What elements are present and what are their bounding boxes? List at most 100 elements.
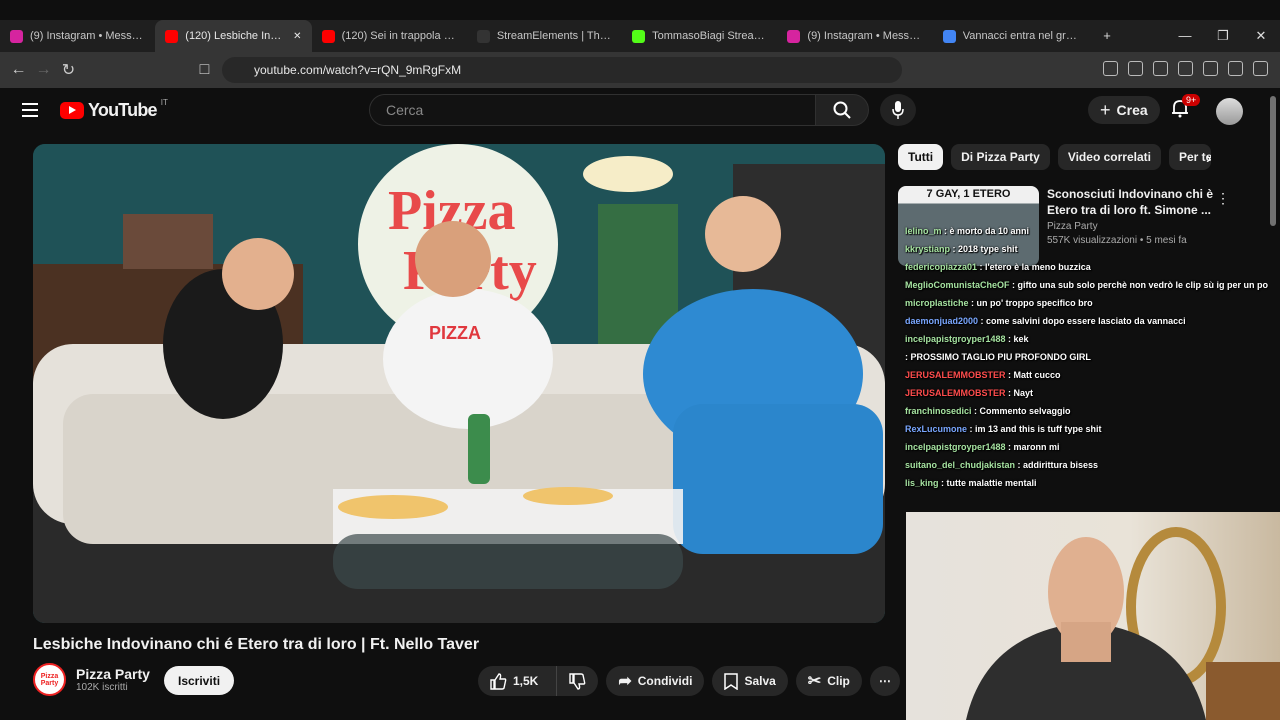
chat-message: MeglioComunistaCheOF : gifto una sub sol… xyxy=(905,276,1280,294)
search-input[interactable]: Cerca xyxy=(369,94,816,126)
reload-icon[interactable]: ↻ xyxy=(56,60,81,80)
channel-text: Pizza Party 102K iscritti xyxy=(76,666,150,693)
search-icon xyxy=(833,101,851,119)
kebab-menu-icon[interactable]: ⋮ xyxy=(1216,190,1230,207)
chat-separator: : xyxy=(968,298,977,308)
chat-separator: : xyxy=(938,478,947,488)
close-tab-icon[interactable]: ✕ xyxy=(293,31,301,42)
chat-message: : PROSSIMO TAGLIO PIU PROFONDO GIRL xyxy=(905,348,1280,366)
voice-search-button[interactable] xyxy=(880,94,916,126)
sidebar-icon[interactable] xyxy=(1178,61,1193,76)
dislike-button[interactable] xyxy=(556,666,598,696)
chat-message: franchinosedici : Commento selvaggio xyxy=(905,402,1280,420)
chat-username: microplastiche xyxy=(905,298,969,308)
hamburger-menu-icon[interactable] xyxy=(22,103,38,121)
close-window-button[interactable]: ✕ xyxy=(1242,28,1280,44)
chat-separator: : xyxy=(1005,334,1014,344)
chat-text: tutte malattie mentali xyxy=(946,478,1037,488)
chat-message: lis_king : tutte malattie mentali xyxy=(905,474,1280,492)
notifications-button[interactable]: 9+ xyxy=(1170,94,1201,120)
forward-icon[interactable]: → xyxy=(31,61,56,79)
stream-chat-overlay: lelino_m : è morto da 10 anni kkrystianp … xyxy=(905,222,1280,492)
chat-username: JERUSALEMMOBSTER xyxy=(905,370,1006,380)
restore-button[interactable]: ❐ xyxy=(1204,28,1242,44)
browser-tab[interactable]: StreamElements | The Ultir xyxy=(467,20,622,52)
chat-message: JERUSALEMMOBSTER : Matt cucco xyxy=(905,366,1280,384)
page-scrollbar[interactable] xyxy=(1270,96,1276,226)
chat-separator: : xyxy=(950,244,959,254)
chat-username: daemonjuad2000 xyxy=(905,316,979,326)
chat-text: Nayt xyxy=(1013,388,1034,398)
youtube-play-icon xyxy=(60,102,84,119)
more-actions-button[interactable]: ⋯ xyxy=(869,666,900,696)
search-button[interactable] xyxy=(815,94,869,126)
chevron-right-icon[interactable]: › xyxy=(1206,150,1211,168)
chat-text: im 13 and this is tuff type shit xyxy=(975,424,1102,434)
extensions-icon[interactable] xyxy=(1103,61,1118,76)
channel-name[interactable]: Pizza Party xyxy=(76,666,150,682)
chat-message: incelpapistgroyper1488 : maronn mi xyxy=(905,438,1280,456)
browser-tab[interactable]: (9) Instagram • Messaggi xyxy=(777,20,932,52)
new-tab-button[interactable]: + xyxy=(1088,28,1126,44)
google-icon xyxy=(942,29,956,43)
chat-username: RexLucumone xyxy=(905,424,968,434)
chat-text: un po' troppo specifico bro xyxy=(976,298,1093,308)
streamelements-icon xyxy=(476,29,490,43)
tab-title: (120) Lesbiche Indovin xyxy=(185,30,287,42)
download-icon[interactable] xyxy=(1128,61,1143,76)
chat-username: JERUSALEMMOBSTER xyxy=(905,388,1006,398)
chip-3[interactable]: Per te xyxy=(1168,144,1211,170)
like-dislike-group: 1,5K xyxy=(478,666,599,696)
chat-separator: : xyxy=(1009,280,1018,290)
browser-tab[interactable]: Vannacci entra nel gruppo xyxy=(933,20,1088,52)
tab-title: (9) Instagram • Messaggi xyxy=(807,30,923,42)
chat-message: microplastiche : un po' troppo specifico… xyxy=(905,294,1280,312)
url-field[interactable]: youtube.com/watch?v=rQN_9mRgFxM xyxy=(222,57,902,83)
account-avatar[interactable] xyxy=(1216,98,1243,125)
youtube-header: YouTube IT Cerca + Crea 9+ xyxy=(0,88,1280,134)
chip-0[interactable]: Tutti xyxy=(898,144,944,170)
chat-username: lelino_m xyxy=(905,226,942,236)
back-icon[interactable]: ← xyxy=(6,61,31,79)
youtube-logo[interactable]: YouTube IT xyxy=(60,98,168,121)
browser-tab-bar: (9) Instagram • Messaggi (120) Lesbiche I… xyxy=(0,20,1280,52)
clip-button[interactable]: ✂ Clip xyxy=(795,666,862,696)
browser-tab[interactable]: (120) Sei in trappola a 18 xyxy=(312,20,467,52)
chip-1[interactable]: Di Pizza Party xyxy=(951,144,1050,170)
like-button[interactable]: 1,5K xyxy=(478,666,550,696)
menu-icon[interactable] xyxy=(1253,61,1268,76)
browser-tab[interactable]: (9) Instagram • Messaggi xyxy=(0,20,155,52)
chat-message: incelpapistgroyper1488 : kek xyxy=(905,330,1280,348)
region-code: IT xyxy=(160,98,168,107)
window-controls: + — ❐ ✕ xyxy=(1088,28,1280,44)
save-button[interactable]: Salva xyxy=(712,666,788,696)
subscribe-button[interactable]: Iscriviti xyxy=(164,666,235,695)
url-text: youtube.com/watch?v=rQN_9mRgFxM xyxy=(254,63,462,77)
chat-username: federicopiazza01 xyxy=(905,262,978,272)
plus-icon: + xyxy=(1100,99,1111,120)
media-icon[interactable] xyxy=(1153,61,1168,76)
chat-message: JERUSALEMMOBSTER : Nayt xyxy=(905,384,1280,402)
chat-text: 2018 type shit xyxy=(958,244,1018,254)
vpn-icon[interactable] xyxy=(1228,61,1243,76)
wallet-icon[interactable] xyxy=(1203,61,1218,76)
channel-info: Pizza Party Pizza Party 102K iscritti xyxy=(33,663,150,696)
share-button[interactable]: ➦ Condividi xyxy=(606,666,705,696)
chat-separator: : xyxy=(941,226,950,236)
bookmark-icon[interactable]: □ xyxy=(192,61,217,79)
chat-username: franchinosedici xyxy=(905,406,972,416)
browser-tab[interactable]: (120) Lesbiche Indovin ✕ xyxy=(155,20,312,52)
bookmark-save-icon xyxy=(724,672,739,690)
minimize-button[interactable]: — xyxy=(1166,28,1204,44)
chat-message: RexLucumone : im 13 and this is tuff typ… xyxy=(905,420,1280,438)
video-player[interactable]: Pizza Party PIZZA xyxy=(33,144,885,623)
webcam-overlay xyxy=(906,512,1280,720)
chip-2[interactable]: Video correlati xyxy=(1057,144,1161,170)
clip-label: Clip xyxy=(827,674,850,688)
scissors-icon: ✂ xyxy=(807,673,822,690)
browser-tab[interactable]: TommasoBiagi Stream - W xyxy=(622,20,777,52)
tab-title: (9) Instagram • Messaggi xyxy=(30,30,146,42)
create-button[interactable]: + Crea xyxy=(1088,96,1160,124)
channel-avatar[interactable]: Pizza Party xyxy=(33,663,66,696)
thumbs-up-icon xyxy=(490,672,507,690)
